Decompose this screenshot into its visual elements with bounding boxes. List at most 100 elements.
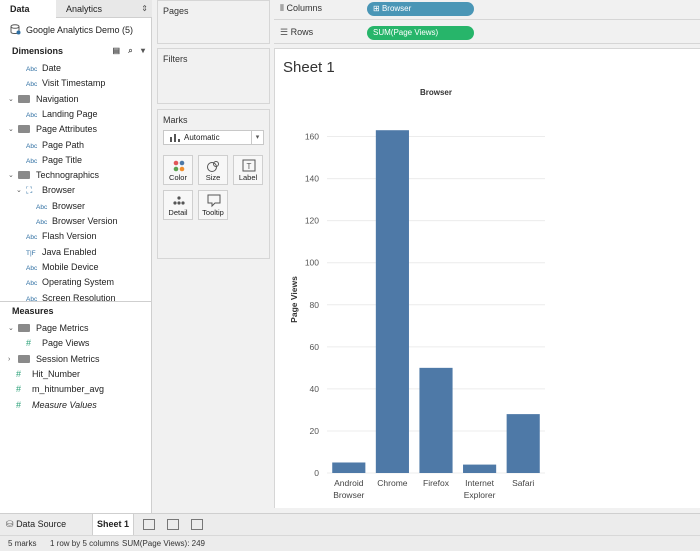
new-story-icon[interactable] [191, 519, 203, 530]
string-type-icon: Abc [26, 66, 38, 73]
number-type-icon: # [16, 368, 22, 379]
bar-firefox [419, 367, 453, 473]
folder-caret-icon[interactable]: › [8, 352, 10, 367]
field-label: Visit Timestamp [42, 78, 106, 89]
rows-shelf[interactable]: ☰ Rows SUM(Page Views) [274, 24, 700, 44]
measures-title: Measures [12, 306, 54, 316]
string-type-icon: Abc [26, 111, 38, 119]
pages-title: Pages [163, 6, 189, 16]
status-marks: 5 marks [8, 539, 37, 548]
folder-item[interactable]: › Session Metrics [8, 352, 100, 367]
field-label: Flash Version [42, 231, 97, 242]
folder-icon [18, 125, 30, 134]
datasource-item[interactable]: Google Analytics Demo (5) [10, 24, 133, 35]
filters-title: Filters [163, 54, 188, 64]
dimension-field[interactable]: Abc Visit Timestamp [26, 76, 105, 91]
field-label: Date [42, 63, 62, 73]
filters-card[interactable]: Filters [157, 48, 270, 104]
columns-shelf[interactable]: ⦀ Columns ⊞ Browser [274, 0, 700, 20]
field-label: Page Metrics [36, 323, 89, 333]
dimension-field[interactable]: Abc Date [26, 61, 61, 76]
tab-data-source-label: Data Source [16, 519, 67, 529]
dimensions-title: Dimensions [12, 46, 64, 56]
marks-title: Marks [163, 115, 188, 125]
tooltip-button[interactable]: Tooltip [198, 190, 228, 220]
dimensions-tools-icon[interactable]: ▤ ⌕ ▾ [113, 44, 149, 58]
x-tick-label: Firefox [423, 478, 450, 488]
field-label: Java Enabled [42, 246, 97, 257]
bar-chart: Browser 0 20 40 60 80 100 120 140 160 Page Views An… [289, 88, 545, 500]
dimension-field[interactable]: Abc Mobile Device [26, 260, 99, 275]
folder-caret-icon[interactable]: ⌄ [8, 122, 14, 137]
page-views-pill[interactable]: SUM(Page Views) [367, 26, 474, 40]
hierarchy-icon: ⛶ [26, 185, 33, 196]
folder-item[interactable]: ⌄ Page Metrics [8, 321, 89, 336]
tooltip-icon [207, 194, 221, 208]
dimension-field[interactable]: Abc Landing Page [26, 107, 98, 122]
string-type-icon: Abc [36, 219, 48, 226]
tab-menu-arrows-icon[interactable]: ⇕ [141, 0, 148, 18]
y-tick-label: 140 [305, 174, 319, 184]
dimension-field[interactable]: Abc Page Path [26, 138, 84, 153]
folder-caret-icon[interactable]: ⌄ [8, 168, 14, 183]
dimension-field[interactable]: Abc Page Title [26, 153, 82, 168]
color-button[interactable]: Color [163, 155, 193, 185]
data-pane-tabbar: Data Analytics ⇕ [0, 0, 152, 18]
dimension-field[interactable]: Abc Browser [36, 199, 85, 214]
size-button[interactable]: Size [198, 155, 228, 185]
field-label: Browser [42, 185, 76, 196]
field-label: Browser [52, 200, 86, 211]
field-label: m_hitnumber_avg [32, 384, 105, 395]
dimension-field[interactable]: Abc Flash Version [26, 229, 97, 244]
y-tick-label: 60 [310, 342, 320, 352]
number-type-icon: # [16, 384, 22, 395]
field-label: Page Views [42, 338, 90, 349]
field-label: Navigation [36, 93, 79, 104]
folder-caret-icon[interactable]: ⌄ [8, 92, 14, 107]
dimension-field[interactable]: Abc Browser Version [36, 214, 118, 229]
browser-pill[interactable]: ⊞ Browser [367, 2, 474, 16]
field-label: Landing Page [42, 108, 98, 119]
tab-analytics[interactable]: Analytics [56, 0, 152, 18]
string-type-icon: Abc [26, 142, 38, 150]
measure-field[interactable]: # Page Views [26, 336, 89, 351]
field-label: Browser Version [52, 216, 118, 226]
rows-icon: ☰ [280, 27, 289, 37]
bar-internet-explorer [463, 464, 497, 473]
dimension-field[interactable]: T|F Java Enabled [26, 245, 97, 260]
y-axis-label: Page Views [289, 276, 299, 323]
field-label: Session Metrics [36, 353, 100, 364]
sheet-canvas: Sheet 1 Browser 0 20 40 60 80 100 120 140 160 Page… [274, 48, 700, 508]
field-label: Technographics [36, 170, 100, 181]
measure-field[interactable]: # Measure Values [16, 398, 97, 413]
field-label: Page Title [42, 154, 83, 165]
folder-icon [18, 354, 30, 363]
chevron-down-icon: ▾ [251, 131, 263, 144]
database-icon [10, 24, 21, 35]
mark-type-value: Automatic [184, 133, 220, 142]
folder-item[interactable]: ⌄ Page Attributes [8, 122, 97, 137]
dimension-field[interactable]: Abc Operating System [26, 275, 114, 290]
x-tick-label: Chrome [377, 478, 408, 488]
new-worksheet-icon[interactable] [143, 519, 155, 530]
plus-box-icon: ⊞ [373, 4, 380, 13]
pages-card[interactable]: Pages [157, 0, 270, 44]
number-type-icon: # [16, 399, 22, 410]
x-tick-label: Internet Explorer [464, 478, 496, 500]
new-dashboard-icon[interactable] [167, 519, 179, 530]
folder-caret-icon[interactable]: ⌄ [8, 321, 14, 336]
tab-data[interactable]: Data [0, 0, 56, 18]
measure-field[interactable]: # m_hitnumber_avg [16, 382, 104, 397]
measure-field[interactable]: # Hit_Number [16, 367, 80, 382]
svg-text:T: T [247, 162, 252, 171]
y-tick-label: 40 [310, 384, 320, 394]
hierarchy-caret-icon[interactable]: ⌄ [16, 183, 22, 198]
hierarchy-item[interactable]: ⌄ ⛶ Browser [16, 183, 76, 198]
folder-item[interactable]: ⌄ Technographics [8, 168, 100, 183]
tab-data-source[interactable]: ⛁ Data Source [6, 514, 66, 535]
tab-sheet-1[interactable]: Sheet 1 [92, 514, 134, 535]
mark-type-dropdown[interactable]: Automatic ▾ [163, 130, 264, 145]
label-button[interactable]: T Label [233, 155, 263, 185]
folder-item[interactable]: ⌄ Navigation [8, 92, 79, 107]
detail-button[interactable]: Detail [163, 190, 193, 220]
